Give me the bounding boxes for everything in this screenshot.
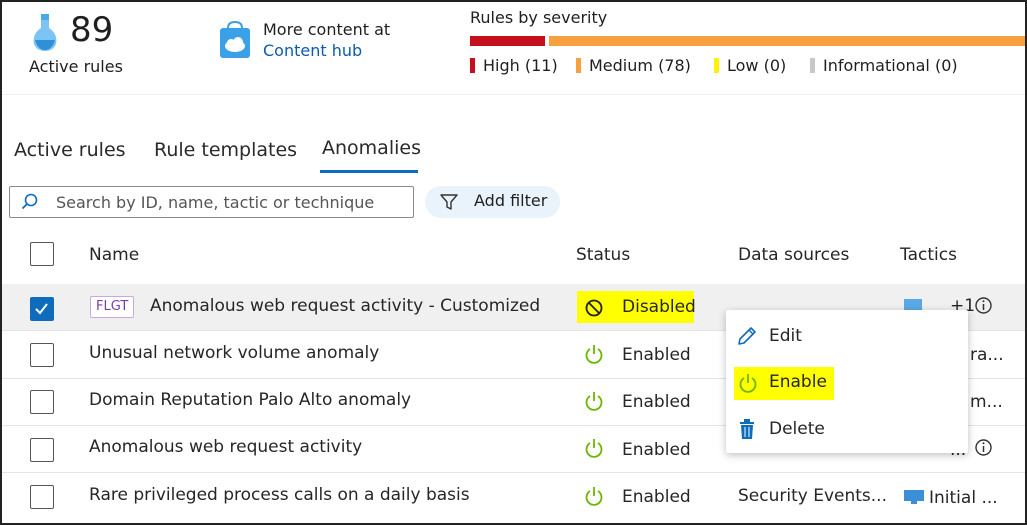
severity-title: Rules by severity <box>470 8 608 27</box>
menu-item-edit-label: Edit <box>769 326 802 346</box>
power-icon <box>584 486 604 511</box>
row-status: Enabled <box>622 487 691 507</box>
flask-icon <box>30 14 60 56</box>
menu-item-edit[interactable]: Edit <box>726 316 968 356</box>
active-rules-label: Active rules <box>29 57 123 76</box>
row-context-menu: Edit Enable Delete <box>726 310 968 453</box>
row-tag: FLGT <box>90 296 135 318</box>
select-all-checkbox[interactable] <box>30 242 54 266</box>
row-tactic: m... <box>970 392 1003 412</box>
active-rules-count: 89 <box>70 10 114 50</box>
disabled-icon <box>584 298 604 322</box>
search-input[interactable] <box>54 189 408 215</box>
row-name[interactable]: Domain Reputation Palo Alto anomaly <box>89 390 411 410</box>
row-name[interactable]: Rare privileged process calls on a daily… <box>89 485 470 505</box>
severity-medium-swatch <box>576 58 581 73</box>
power-icon <box>584 438 604 463</box>
info-icon[interactable] <box>974 296 993 319</box>
row-name[interactable]: Unusual network volume anomaly <box>89 343 379 363</box>
content-label: More content at <box>263 20 391 39</box>
column-header-tactics[interactable]: Tactics <box>900 245 957 265</box>
trash-icon <box>737 418 757 444</box>
row-name[interactable]: Anomalous web request activity - Customi… <box>150 296 540 316</box>
tab-anomalies[interactable]: Anomalies <box>322 137 421 159</box>
menu-item-enable-label: Enable <box>769 372 827 392</box>
checkmark-icon <box>35 303 48 315</box>
severity-bar-medium <box>549 36 1025 46</box>
severity-low-swatch <box>714 58 719 73</box>
row-data-source: Security Events... <box>738 486 887 506</box>
content-hub-icon[interactable] <box>218 20 252 64</box>
column-header-status[interactable]: Status <box>576 245 630 265</box>
menu-item-enable[interactable]: Enable <box>726 364 968 404</box>
tactic-icon <box>903 489 925 509</box>
power-icon <box>738 373 758 398</box>
filter-icon <box>440 194 458 215</box>
tab-selected-indicator <box>320 170 418 173</box>
tab-rule-templates[interactable]: Rule templates <box>154 139 297 161</box>
row-tactic: ra... <box>970 345 1004 365</box>
row-checkbox[interactable] <box>30 390 54 414</box>
row-checkbox[interactable] <box>30 343 54 367</box>
menu-item-delete[interactable]: Delete <box>726 411 968 451</box>
row-status: Enabled <box>622 392 691 412</box>
row-status: Disabled <box>622 297 696 317</box>
add-filter-label: Add filter <box>474 191 548 210</box>
search-icon <box>21 193 39 215</box>
severity-low-label: Low (0) <box>727 56 787 75</box>
power-icon <box>584 391 604 416</box>
menu-item-delete-label: Delete <box>769 419 825 439</box>
row-checkbox[interactable] <box>30 485 54 509</box>
row-checkbox[interactable] <box>30 438 54 462</box>
search-box[interactable] <box>9 186 414 218</box>
power-icon <box>584 344 604 369</box>
pencil-icon <box>736 325 758 351</box>
column-header-name[interactable]: Name <box>89 245 139 265</box>
content-hub-link[interactable]: Content hub <box>263 41 362 60</box>
info-icon[interactable] <box>974 438 993 461</box>
column-header-data-sources[interactable]: Data sources <box>738 245 849 265</box>
add-filter-button[interactable]: Add filter <box>425 186 560 218</box>
severity-medium-label: Medium (78) <box>589 56 691 75</box>
row-name[interactable]: Anomalous web request activity <box>89 437 362 457</box>
tab-active-rules[interactable]: Active rules <box>14 139 126 161</box>
row-tactic: Initial ... <box>929 488 998 508</box>
row-checkbox[interactable] <box>30 297 54 321</box>
severity-informational-label: Informational (0) <box>823 56 958 75</box>
severity-high-label: High (11) <box>483 56 558 75</box>
row-divider <box>2 472 1025 473</box>
severity-high-swatch <box>470 58 475 73</box>
row-status: Enabled <box>622 345 691 365</box>
severity-bar-high <box>470 36 545 46</box>
row-status: Enabled <box>622 440 691 460</box>
severity-informational-swatch <box>810 58 815 73</box>
